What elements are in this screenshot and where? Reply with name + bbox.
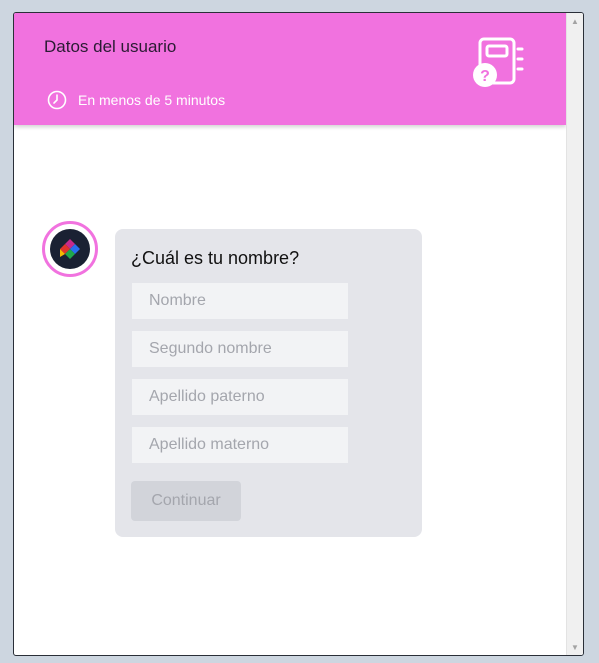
header-bar: Datos del usuario En menos de 5 minutos … [14, 13, 566, 125]
continue-button[interactable]: Continuar [131, 481, 241, 521]
header-title: Datos del usuario [44, 37, 177, 56]
question-card: ¿Cuál es tu nombre? Continuar [115, 229, 422, 537]
scroll-down-arrow-icon[interactable]: ▼ [567, 639, 583, 655]
bot-avatar [42, 221, 98, 277]
question-text: ¿Cuál es tu nombre? [131, 248, 300, 268]
svg-text:?: ? [480, 68, 490, 85]
notebook-question-icon: ? [470, 37, 526, 89]
vertical-scrollbar[interactable]: ▲ ▼ [566, 13, 583, 655]
clock-icon [46, 89, 68, 111]
bot-logo-icon [50, 229, 90, 269]
duration-info: En menos de 5 minutos [46, 89, 225, 111]
second-name-field[interactable] [132, 331, 348, 367]
chat-window: Datos del usuario En menos de 5 minutos … [13, 12, 584, 656]
first-name-field[interactable] [132, 283, 348, 319]
paternal-surname-field[interactable] [132, 379, 348, 415]
maternal-surname-field[interactable] [132, 427, 348, 463]
scroll-up-arrow-icon[interactable]: ▲ [567, 13, 583, 29]
duration-text: En menos de 5 minutos [78, 92, 226, 108]
